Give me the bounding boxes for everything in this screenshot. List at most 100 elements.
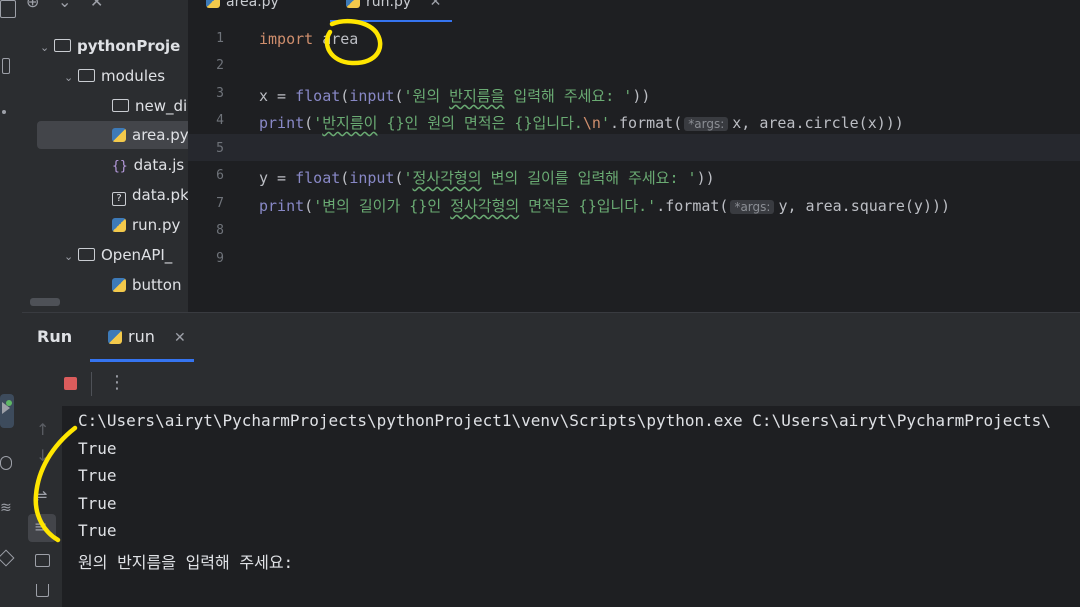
run-config-tab[interactable]: run ✕ — [108, 327, 186, 346]
tree-node-label: data.js — [133, 156, 185, 174]
close-icon[interactable]: ✕ — [174, 330, 186, 346]
run-toolbar: ↻ ⋮ — [22, 362, 1080, 406]
trash-icon[interactable] — [36, 584, 49, 597]
tab-label: run.py — [366, 0, 412, 10]
line-number: 4 — [216, 113, 224, 128]
run-panel-title: Run — [37, 327, 73, 346]
tree-node-area-py[interactable]: area.py — [37, 121, 188, 149]
chevron-down-icon: ⌄ — [40, 41, 50, 54]
close-icon[interactable]: ✕ — [430, 0, 442, 10]
scroll-down-icon[interactable]: ↓ — [36, 446, 49, 465]
stop-icon[interactable] — [64, 377, 77, 390]
code-text: ( — [304, 197, 314, 215]
scroll-up-icon[interactable]: ↑ — [36, 420, 49, 439]
folder-icon — [78, 248, 95, 261]
parameter-hint: *args: — [730, 200, 775, 214]
tree-scrollbar[interactable] — [30, 298, 60, 306]
python-packages-icon[interactable] — [0, 456, 12, 470]
tree-node-button[interactable]: button — [112, 271, 181, 299]
tree-node-data-json[interactable]: {} data.js — [112, 151, 184, 179]
json-file-icon: {} — [112, 159, 128, 174]
parameter-hint: *args: — [684, 117, 729, 131]
code-text: ( — [340, 169, 350, 187]
code-string: 면적은 {}입니다.' — [519, 197, 657, 215]
soft-wrap-icon[interactable]: ⇌ — [34, 486, 47, 505]
console-line: True — [78, 521, 117, 540]
layers-icon[interactable]: ≋ — [0, 500, 12, 516]
tab-run-py[interactable]: run.py ✕ — [346, 0, 441, 18]
tab-label: area.py — [226, 0, 279, 10]
print-icon[interactable] — [35, 554, 50, 567]
console-side-toolbar: ↑ ↓ ⇌ ≡ — [22, 362, 62, 607]
folder-icon — [78, 69, 95, 82]
line-number: 9 — [216, 251, 224, 266]
python-file-icon — [346, 0, 360, 8]
tree-node-openapi[interactable]: ⌄ OpenAPI_ — [64, 241, 172, 269]
code-string: 입력해 주세요: ' — [504, 87, 633, 105]
tree-node-new-dir[interactable]: new_di — [112, 92, 187, 120]
line-number: 5 — [216, 141, 224, 156]
lines-icon: ≡ — [34, 517, 48, 536]
project-tree: ⌄ pythonProje ⌄ modules new_di area.py {} d… — [22, 24, 188, 312]
code-text: )) — [632, 87, 651, 105]
code-string: {}인 원의 면적은 {}입니다. — [377, 114, 583, 132]
tree-node-label: run.py — [132, 216, 181, 234]
tree-node-data-pk[interactable]: ? data.pk — [112, 181, 188, 209]
code-keyword: import — [259, 30, 314, 48]
chevron-down-icon: ⌄ — [64, 250, 74, 263]
code-text: .format( — [656, 197, 729, 215]
chevron-down-icon: ⌄ — [64, 71, 74, 84]
code-string: '변의 길이가 {}인 — [313, 197, 451, 215]
structure-icon[interactable] — [2, 58, 10, 74]
code-text: ( — [394, 169, 404, 187]
code-builtin: print — [259, 114, 305, 132]
code-line-3: x = float(input('원의 반지름을 입력해 주세요: ')) — [259, 85, 650, 106]
services-icon[interactable] — [0, 549, 15, 567]
tree-node-project-root[interactable]: ⌄ pythonProje — [40, 32, 180, 60]
scroll-to-end-icon[interactable]: ≡ — [28, 514, 56, 542]
code-text: y, area.square(y))) — [778, 197, 951, 215]
code-text: )) — [696, 169, 715, 187]
code-builtin: float — [295, 169, 341, 187]
code-line-6: y = float(input('정사각형의 변의 길이를 입력해 주세요: '… — [259, 167, 715, 188]
code-line-1: import area — [259, 30, 358, 48]
project-icon[interactable] — [0, 0, 16, 18]
expand-icon[interactable]: ⌄ — [58, 0, 71, 11]
line-number: 8 — [216, 223, 224, 238]
unknown-file-icon: ? — [112, 192, 126, 206]
code-line-7: print('변의 길이가 {}인 정사각형의 면적은 {}입니다.'.form… — [259, 195, 950, 216]
tab-area-py[interactable]: area.py — [206, 0, 279, 18]
console-line: C:\Users\airyt\PycharmProjects\pythonPro… — [78, 411, 1051, 430]
tree-node-run-py[interactable]: run.py — [112, 211, 180, 239]
more-icon[interactable] — [2, 110, 6, 114]
code-text: ( — [394, 87, 404, 105]
code-builtin: input — [349, 87, 395, 105]
code-text: x = — [259, 87, 296, 105]
editor-tab-bar: area.py run.py ✕ — [188, 0, 1080, 25]
console-output[interactable] — [62, 406, 1080, 607]
code-builtin: input — [349, 169, 395, 187]
console-input-prompt: 원의 반지름을 입력해 주세요: — [78, 553, 294, 572]
code-string: 정사각형의 — [450, 197, 520, 215]
locate-icon[interactable]: ⊕ — [26, 0, 39, 11]
close-icon[interactable]: ✕ — [90, 0, 103, 11]
code-text: ( — [340, 87, 350, 105]
tree-node-label: pythonProje — [77, 37, 181, 55]
code-string: ' — [313, 114, 323, 132]
tree-node-label: area.py — [132, 126, 188, 144]
tree-node-modules[interactable]: ⌄ modules — [64, 62, 165, 90]
folder-icon — [54, 39, 71, 52]
line-number: 2 — [216, 58, 224, 73]
code-line-4: print('반지름이 {}인 원의 면적은 {}입니다.\n'.format(… — [259, 112, 904, 133]
folder-icon — [112, 99, 129, 112]
code-builtin: float — [295, 87, 341, 105]
code-string: 반지름이 — [322, 114, 378, 132]
tree-node-label: data.pk — [132, 186, 188, 204]
line-number: 1 — [216, 31, 224, 46]
run-tab-label: run — [128, 327, 155, 346]
python-file-icon — [112, 278, 126, 292]
run-tool-icon[interactable] — [0, 394, 14, 428]
python-file-icon — [206, 0, 220, 8]
python-file-icon — [112, 128, 126, 142]
more-options-icon[interactable]: ⋮ — [108, 372, 126, 393]
